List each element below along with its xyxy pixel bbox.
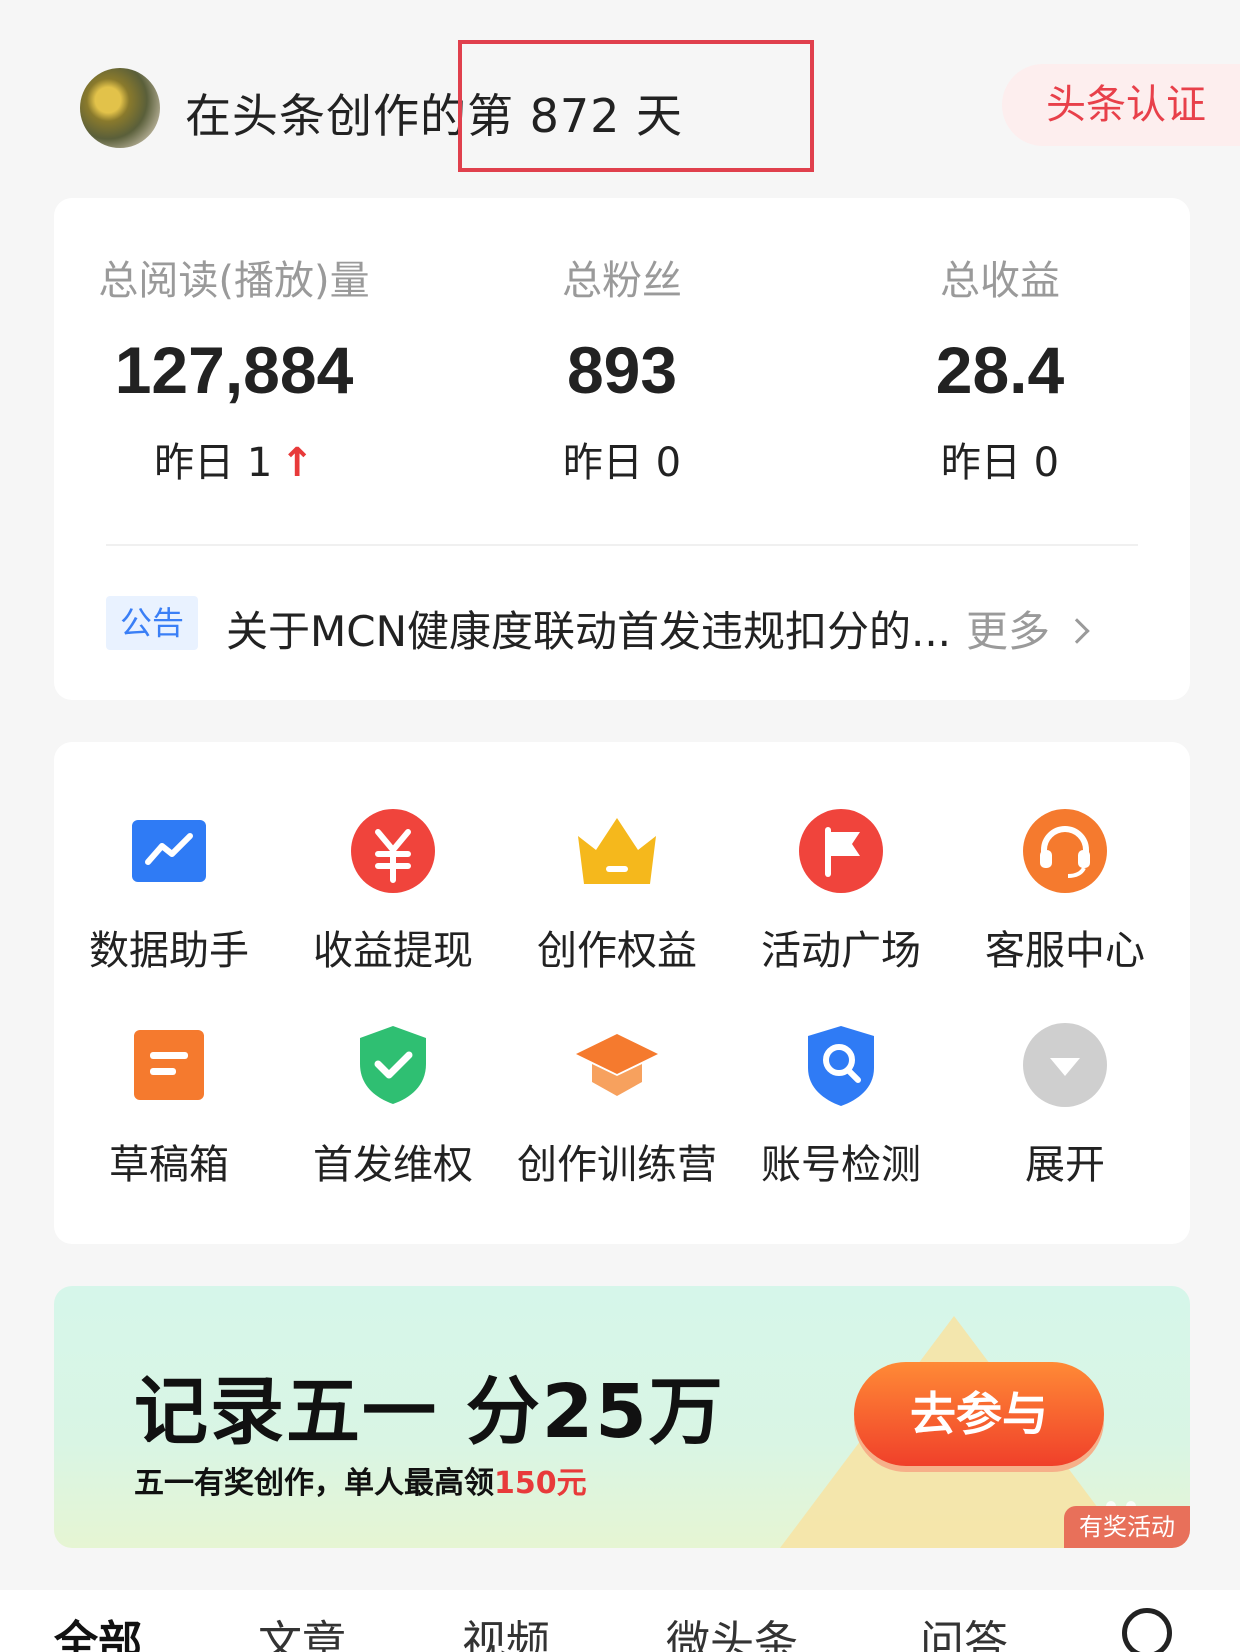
stat-total-reads[interactable]: 总阅读(播放)量 127,884 昨日 1 ↑	[54, 248, 414, 488]
prize-activity-tag: 有奖活动	[1064, 1506, 1190, 1548]
stat-delta: 昨日 1 ↑	[154, 440, 314, 486]
yuan-icon	[348, 806, 438, 896]
chevron-right-icon	[1064, 618, 1090, 644]
stat-value: 28.4	[935, 333, 1065, 407]
tool-label: 收益提现	[313, 928, 473, 974]
avatar[interactable]	[80, 68, 160, 148]
search-shield-icon	[796, 1020, 886, 1110]
tool-income-withdraw[interactable]: 收益提现	[288, 806, 498, 976]
graduation-cap-icon	[572, 1020, 662, 1110]
tool-label: 创作训练营	[517, 1142, 717, 1188]
tool-label: 账号检测	[761, 1142, 921, 1188]
stat-delta: 昨日 0	[940, 440, 1060, 486]
highlight-box	[458, 40, 814, 172]
shield-check-icon	[348, 1020, 438, 1110]
promo-banner[interactable]: 记录五一 分25万 五一有奖创作，单人最高领150元 去参与 有奖活动	[54, 1286, 1190, 1548]
header: 在头条创作的第 872 天 头条认证	[0, 0, 1240, 190]
tab-qa[interactable]: 问答	[920, 1606, 1008, 1652]
content-tabs: 全部 文章 视频 微头条 问答	[0, 1590, 1240, 1652]
chart-icon	[124, 806, 214, 896]
stat-label: 总阅读(播放)量	[98, 258, 370, 304]
tool-label: 展开	[1025, 1142, 1105, 1188]
flag-icon	[796, 806, 886, 896]
notice-tag: 公告	[106, 596, 198, 650]
stat-total-fans[interactable]: 总粉丝 893 昨日 0	[442, 248, 802, 488]
tool-training-camp[interactable]: 创作训练营	[512, 1020, 722, 1190]
tool-creation-rights[interactable]: 创作权益	[512, 806, 722, 976]
join-button[interactable]: 去参与	[854, 1362, 1104, 1466]
arrow-up-icon: ↑	[280, 440, 314, 486]
tool-account-check[interactable]: 账号检测	[736, 1020, 946, 1190]
crown-icon	[572, 806, 662, 896]
headset-icon	[1020, 806, 1110, 896]
search-icon[interactable]	[1122, 1608, 1172, 1652]
tool-label: 创作权益	[537, 928, 697, 974]
banner-subtitle: 五一有奖创作，单人最高领150元	[134, 1466, 587, 1501]
stat-label: 总粉丝	[562, 258, 682, 304]
notice-text[interactable]: 关于MCN健康度联动首发违规扣分的...	[226, 598, 951, 659]
stat-total-income[interactable]: 总收益 28.4 昨日 0	[820, 248, 1180, 488]
tool-expand[interactable]: 展开	[960, 1020, 1170, 1190]
tool-first-publish-rights[interactable]: 首发维权	[288, 1020, 498, 1190]
tool-data-assistant[interactable]: 数据助手	[64, 806, 274, 976]
tool-activity-square[interactable]: 活动广场	[736, 806, 946, 976]
tool-drafts[interactable]: 草稿箱	[64, 1020, 274, 1190]
tool-label: 活动广场	[761, 928, 921, 974]
tab-articles[interactable]: 文章	[258, 1606, 346, 1652]
tool-label: 草稿箱	[109, 1142, 229, 1188]
tool-label: 数据助手	[89, 928, 249, 974]
tool-label: 客服中心	[985, 928, 1145, 974]
tab-videos[interactable]: 视频	[462, 1606, 550, 1652]
notice-more-link[interactable]: 更多	[966, 598, 1090, 659]
stat-label: 总收益	[940, 258, 1060, 304]
stats-card: 总阅读(播放)量 127,884 昨日 1 ↑ 总粉丝 893 昨日 0 总收益 …	[54, 198, 1190, 700]
tool-customer-service[interactable]: 客服中心	[960, 806, 1170, 976]
stat-value: 893	[566, 333, 678, 407]
banner-title: 记录五一 分25万	[134, 1369, 725, 1455]
tab-all[interactable]: 全部	[54, 1606, 142, 1652]
tool-label: 首发维权	[313, 1142, 473, 1188]
certification-button[interactable]: 头条认证	[1002, 64, 1240, 146]
stat-delta: 昨日 0	[562, 440, 682, 486]
notice-row[interactable]: 公告 关于MCN健康度联动首发违规扣分的... 更多	[106, 596, 1146, 656]
tools-card: 数据助手 收益提现 创作权益 活动广场 客服中心 草稿箱 首发维权 创作训练营 …	[54, 742, 1190, 1244]
draft-icon	[124, 1020, 214, 1110]
stat-value: 127,884	[114, 333, 354, 407]
divider	[106, 544, 1138, 546]
tab-micro-toutiao[interactable]: 微头条	[666, 1606, 798, 1652]
expand-icon	[1020, 1020, 1110, 1110]
